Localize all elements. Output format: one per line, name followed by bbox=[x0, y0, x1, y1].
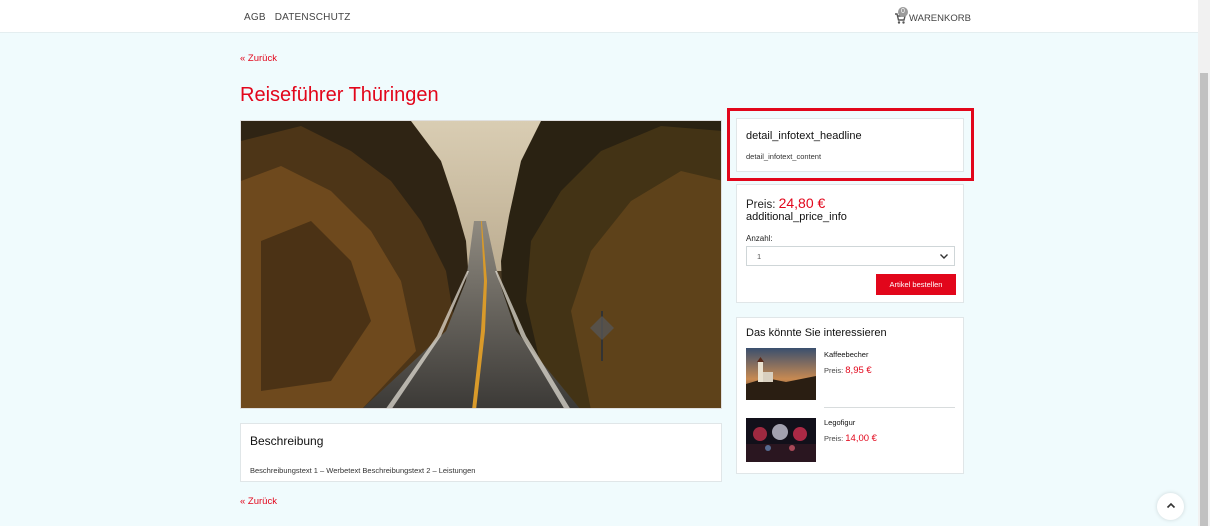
quantity-value: 1 bbox=[757, 252, 762, 261]
cart-link[interactable]: 0 WARENKORB bbox=[894, 7, 971, 24]
scrollbar-thumb[interactable] bbox=[1200, 73, 1208, 526]
recommendation-price: Preis: 14,00 € bbox=[824, 433, 877, 444]
recommendation-item[interactable]: Legofigur Preis: 14,00 € bbox=[746, 416, 956, 470]
scroll-to-top-button[interactable] bbox=[1157, 493, 1184, 520]
nav-link-datenschutz[interactable]: DATENSCHUTZ bbox=[275, 12, 351, 23]
description-card: Beschreibung Beschreibungstext 1 – Werbe… bbox=[240, 423, 722, 482]
back-link-bottom[interactable]: « Zurück bbox=[240, 496, 277, 507]
chevron-down-icon bbox=[939, 251, 949, 263]
price-line: Preis: 24,80 € bbox=[746, 195, 825, 211]
back-link-top[interactable]: « Zurück bbox=[240, 53, 277, 64]
cart-icon: 0 bbox=[894, 7, 908, 24]
recommendation-price-prefix: Preis: bbox=[824, 434, 846, 443]
recommendation-price-prefix: Preis: bbox=[824, 366, 846, 375]
description-text: Beschreibungstext 1 – Werbetext Beschrei… bbox=[250, 466, 476, 475]
recommendation-price: Preis: 8,95 € bbox=[824, 365, 872, 376]
top-nav-links: AGB DATENSCHUTZ bbox=[244, 12, 357, 23]
cart-count-badge: 0 bbox=[898, 7, 908, 17]
recommendation-thumbnail bbox=[746, 418, 816, 462]
price-value: 24,80 € bbox=[778, 195, 826, 211]
chevron-up-icon bbox=[1166, 498, 1176, 516]
order-button[interactable]: Artikel bestellen bbox=[876, 274, 956, 295]
page-title: Reiseführer Thüringen bbox=[240, 84, 439, 106]
highlight-frame bbox=[727, 108, 974, 181]
recommendations-card: Das könnte Sie interessieren Kaffeebeche… bbox=[736, 317, 964, 474]
page-scrollbar[interactable] bbox=[1198, 0, 1210, 526]
recommendation-name: Kaffeebecher bbox=[824, 350, 869, 359]
additional-price-info: additional_price_info bbox=[746, 211, 847, 223]
recommendation-item[interactable]: Kaffeebecher Preis: 8,95 € bbox=[746, 348, 956, 402]
description-heading: Beschreibung bbox=[250, 434, 324, 448]
recommendation-thumbnail bbox=[746, 348, 816, 400]
recommendation-price-value: 14,00 € bbox=[845, 433, 877, 444]
top-navigation-bar: AGB DATENSCHUTZ 0 WARENKORB bbox=[0, 0, 1198, 33]
recommendation-price-value: 8,95 € bbox=[845, 365, 872, 376]
product-image bbox=[240, 120, 722, 409]
nav-link-agb[interactable]: AGB bbox=[244, 12, 266, 23]
quantity-label: Anzahl: bbox=[746, 234, 773, 243]
recommendations-heading: Das könnte Sie interessieren bbox=[746, 327, 887, 339]
price-prefix: Preis: bbox=[746, 199, 779, 211]
recommendation-divider bbox=[824, 407, 955, 408]
quantity-select[interactable]: 1 bbox=[746, 246, 955, 266]
recommendation-name: Legofigur bbox=[824, 418, 856, 427]
cart-label: WARENKORB bbox=[909, 13, 971, 24]
price-card: Preis: 24,80 € additional_price_info Anz… bbox=[736, 184, 964, 303]
